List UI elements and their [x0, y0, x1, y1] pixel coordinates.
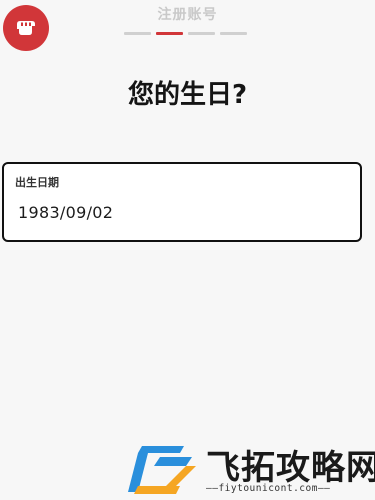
step-progress-indicator — [124, 32, 247, 35]
birthday-field-value[interactable]: 1983/09/02 — [18, 203, 113, 222]
watermark-logo-icon — [128, 446, 196, 494]
step-indicator-1 — [124, 32, 151, 35]
page-header-title: 注册账号 — [157, 7, 218, 23]
watermark-site-name: 飞拓攻略网 — [206, 448, 375, 488]
step-indicator-4 — [220, 32, 247, 35]
watermark: 飞拓攻略网 ——fiytounicont.com—— — [120, 440, 375, 500]
birthday-field-label: 出生日期 — [15, 176, 59, 189]
watermark-url: ——fiytounicont.com—— — [206, 483, 331, 494]
step-indicator-3 — [188, 32, 215, 35]
step-indicator-2-active — [156, 32, 183, 35]
birthday-date-field[interactable]: 出生日期 1983/09/02 — [2, 162, 362, 242]
birthday-question-heading: 您的生日? — [127, 80, 248, 110]
